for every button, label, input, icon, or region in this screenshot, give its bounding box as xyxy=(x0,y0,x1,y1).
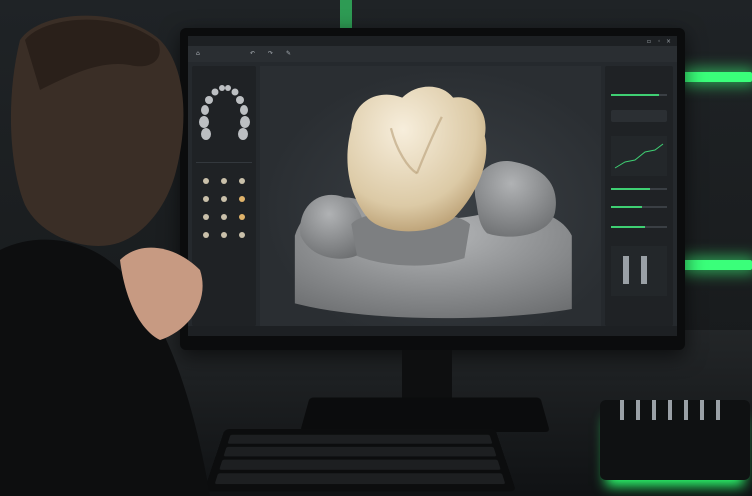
monitor-base xyxy=(299,397,551,432)
dental-tools xyxy=(620,375,720,420)
monitor-stand xyxy=(402,350,452,400)
shelf-led-strip xyxy=(682,72,752,82)
3d-viewport[interactable] xyxy=(260,66,601,326)
properties-panel xyxy=(605,66,673,326)
property-slider[interactable] xyxy=(611,206,667,208)
shelf-led-strip xyxy=(682,260,752,270)
photo-scene: ▫ ◦ × ⌂ ↶ ↷ ✎ xyxy=(0,0,752,496)
crown-model[interactable] xyxy=(260,66,601,326)
tool-button-row[interactable] xyxy=(611,110,667,122)
tool-icon[interactable]: ✎ xyxy=(286,46,291,62)
profile-curve-graph xyxy=(611,136,667,176)
property-slider[interactable] xyxy=(611,188,667,190)
property-slider[interactable] xyxy=(611,94,667,96)
background-led xyxy=(340,0,352,30)
implant-preview[interactable] xyxy=(611,246,667,296)
right-panel-header xyxy=(605,66,673,72)
implant-tool-stand xyxy=(600,375,750,480)
property-slider[interactable] xyxy=(611,226,667,228)
person-silhouette xyxy=(0,15,210,496)
